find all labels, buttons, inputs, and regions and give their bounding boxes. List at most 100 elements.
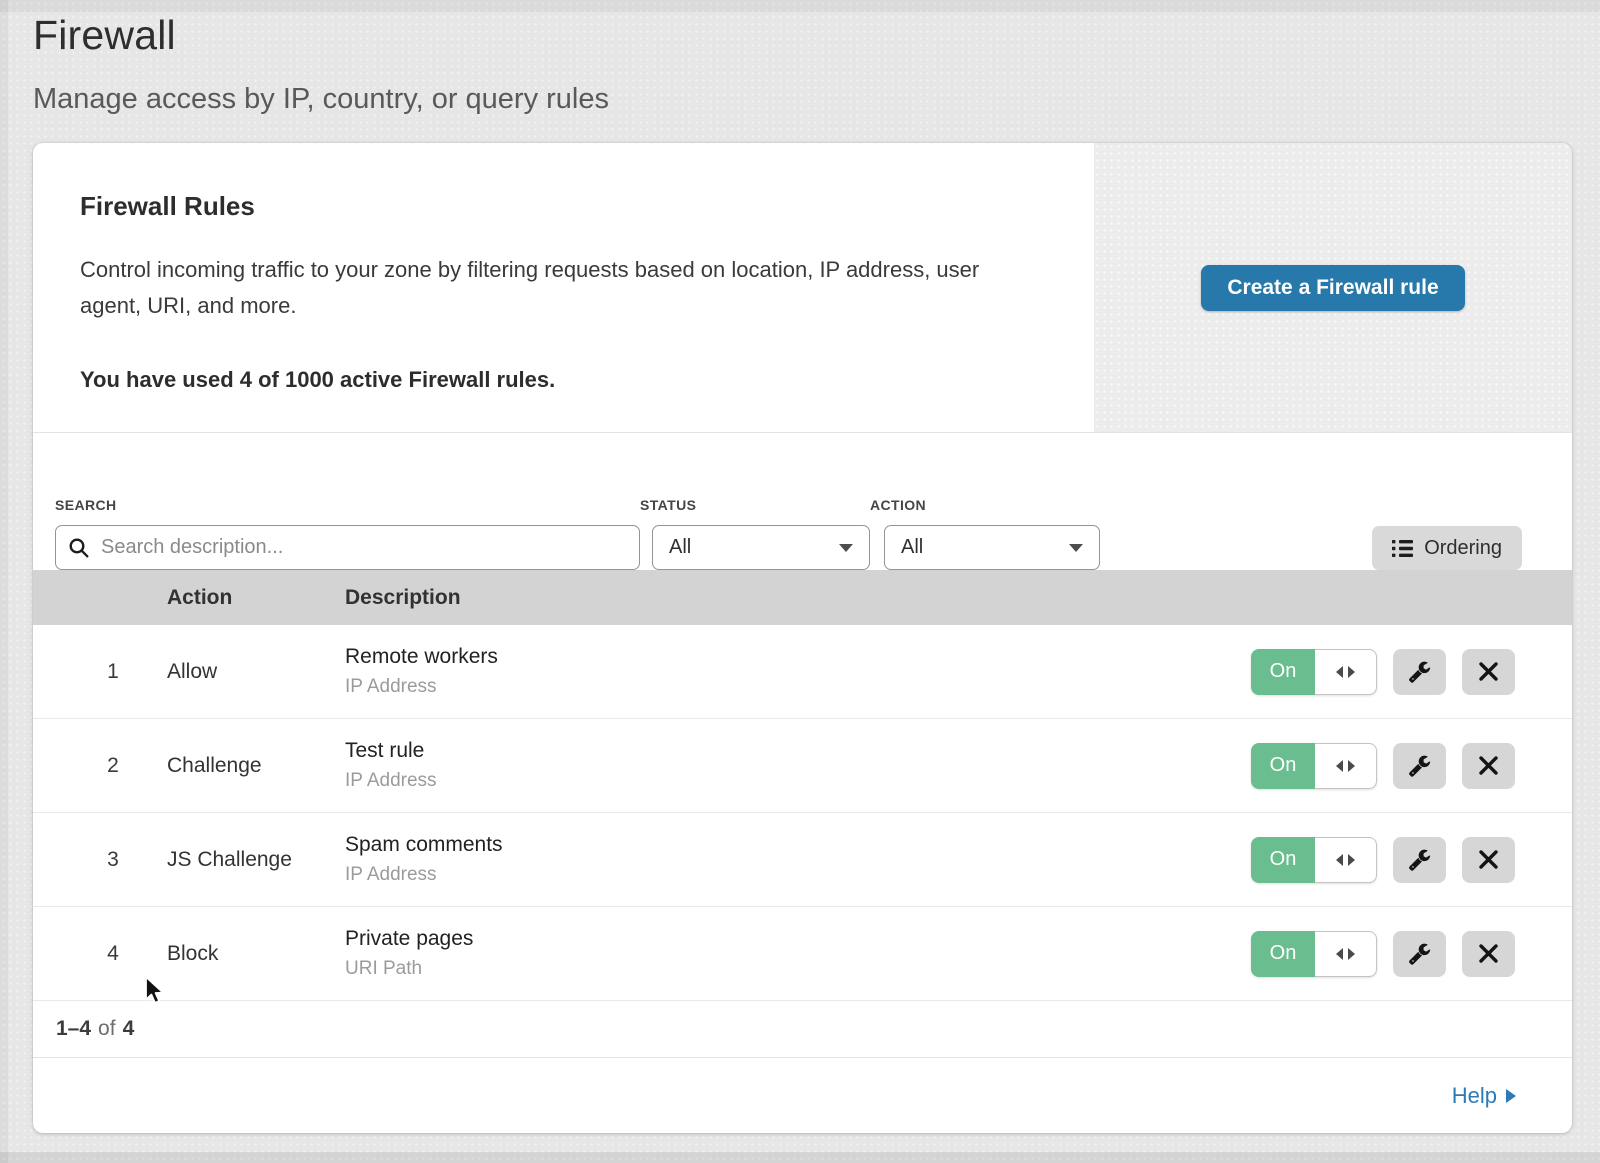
table-header: Action Description [33, 570, 1572, 625]
wrench-icon [1408, 754, 1431, 777]
search-box [55, 525, 640, 570]
edit-rule-button[interactable] [1393, 931, 1446, 977]
column-header-description: Description [345, 586, 1572, 610]
action-value: All [901, 536, 923, 559]
pagination-range: 1–4 [56, 1017, 91, 1041]
overview-section: Firewall Rules Control incoming traffic … [33, 143, 1572, 433]
rule-priority: 3 [33, 848, 167, 872]
search-input[interactable] [99, 535, 627, 560]
action-select[interactable]: All [884, 525, 1100, 570]
status-select[interactable]: All [652, 525, 870, 570]
chevron-down-icon [839, 544, 853, 552]
rule-description-cell: Spam comments IP Address [345, 833, 1251, 886]
usage-summary: You have used 4 of 1000 active Firewall … [80, 367, 1054, 393]
rule-priority: 1 [33, 660, 167, 684]
create-panel: Create a Firewall rule [1094, 143, 1572, 432]
rule-description: Remote workers [345, 645, 1251, 669]
table-body: 1 Allow Remote workers IP Address On [33, 625, 1572, 1001]
table-row: 2 Challenge Test rule IP Address On [33, 719, 1572, 813]
ordering-label: Ordering [1424, 537, 1502, 560]
ordering-button[interactable]: Ordering [1372, 526, 1522, 570]
table-row: 1 Allow Remote workers IP Address On [33, 625, 1572, 719]
rule-enabled-toggle[interactable]: On [1251, 931, 1377, 977]
help-label: Help [1452, 1083, 1497, 1109]
overview-text: Firewall Rules Control incoming traffic … [33, 143, 1094, 432]
rule-enabled-toggle[interactable]: On [1251, 837, 1377, 883]
rule-action: Challenge [167, 754, 345, 778]
search-label: SEARCH [55, 497, 640, 513]
rule-action: JS Challenge [167, 848, 345, 872]
create-firewall-rule-button[interactable]: Create a Firewall rule [1201, 265, 1464, 311]
rule-controls: On [1251, 931, 1572, 977]
chevron-down-icon [1069, 544, 1083, 552]
delete-rule-button[interactable] [1462, 743, 1515, 789]
page-subtitle: Manage access by IP, country, or query r… [33, 83, 1600, 116]
table-row: 4 Block Private pages URI Path On [33, 907, 1572, 1001]
rule-description: Private pages [345, 927, 1251, 951]
edit-rule-button[interactable] [1393, 649, 1446, 695]
rule-description-cell: Remote workers IP Address [345, 645, 1251, 698]
toggle-arrows-icon [1315, 837, 1377, 883]
toggle-arrows-icon [1315, 649, 1377, 695]
firewall-card: Firewall Rules Control incoming traffic … [33, 143, 1572, 1133]
arrow-right-icon [1506, 1089, 1516, 1103]
toggle-state-label: On [1251, 649, 1315, 695]
status-filter: STATUS All [640, 497, 870, 570]
delete-rule-button[interactable] [1462, 931, 1515, 977]
overview-description: Control incoming traffic to your zone by… [80, 252, 1025, 325]
close-icon [1478, 755, 1499, 776]
pagination-of: of [98, 1017, 116, 1041]
rules-table: Action Description 1 Allow Remote worker… [33, 570, 1572, 1133]
toggle-arrows-icon [1315, 743, 1377, 789]
list-icon [1392, 539, 1413, 558]
page-title: Firewall [33, 12, 1600, 59]
page-edge-bottom [0, 1152, 1600, 1163]
help-link[interactable]: Help [1452, 1083, 1516, 1109]
action-filter: ACTION All [870, 497, 1100, 570]
rule-description-cell: Test rule IP Address [345, 739, 1251, 792]
rule-controls: On [1251, 837, 1572, 883]
rule-description-cell: Private pages URI Path [345, 927, 1251, 980]
rule-enabled-toggle[interactable]: On [1251, 743, 1377, 789]
rule-match-type: URI Path [345, 958, 1251, 980]
toggle-state-label: On [1251, 837, 1315, 883]
close-icon [1478, 661, 1499, 682]
card-footer: Help [33, 1058, 1572, 1133]
close-icon [1478, 943, 1499, 964]
rule-controls: On [1251, 743, 1572, 789]
status-label: STATUS [640, 497, 870, 513]
pagination-total: 4 [123, 1017, 135, 1041]
table-row: 3 JS Challenge Spam comments IP Address … [33, 813, 1572, 907]
close-icon [1478, 849, 1499, 870]
rule-priority: 2 [33, 754, 167, 778]
action-label: ACTION [870, 497, 1100, 513]
search-filter: SEARCH [55, 497, 640, 570]
rule-action: Block [167, 942, 345, 966]
edit-rule-button[interactable] [1393, 743, 1446, 789]
rule-enabled-toggle[interactable]: On [1251, 649, 1377, 695]
page-edge-top [0, 0, 1600, 12]
toggle-state-label: On [1251, 743, 1315, 789]
rule-controls: On [1251, 649, 1572, 695]
delete-rule-button[interactable] [1462, 649, 1515, 695]
filters-bar: SEARCH STATUS All ACTION All [33, 433, 1572, 570]
rule-description: Test rule [345, 739, 1251, 763]
pagination: 1–4 of 4 [33, 1001, 1572, 1058]
delete-rule-button[interactable] [1462, 837, 1515, 883]
rule-description: Spam comments [345, 833, 1251, 857]
edit-rule-button[interactable] [1393, 837, 1446, 883]
rule-match-type: IP Address [345, 864, 1251, 886]
rule-match-type: IP Address [345, 770, 1251, 792]
rule-match-type: IP Address [345, 676, 1251, 698]
toggle-arrows-icon [1315, 931, 1377, 977]
overview-heading: Firewall Rules [80, 191, 1054, 222]
toggle-state-label: On [1251, 931, 1315, 977]
wrench-icon [1408, 848, 1431, 871]
page-header: Firewall Manage access by IP, country, o… [0, 0, 1600, 116]
wrench-icon [1408, 942, 1431, 965]
rule-priority: 4 [33, 942, 167, 966]
wrench-icon [1408, 660, 1431, 683]
rule-action: Allow [167, 660, 345, 684]
status-value: All [669, 536, 691, 559]
search-icon [68, 537, 90, 559]
